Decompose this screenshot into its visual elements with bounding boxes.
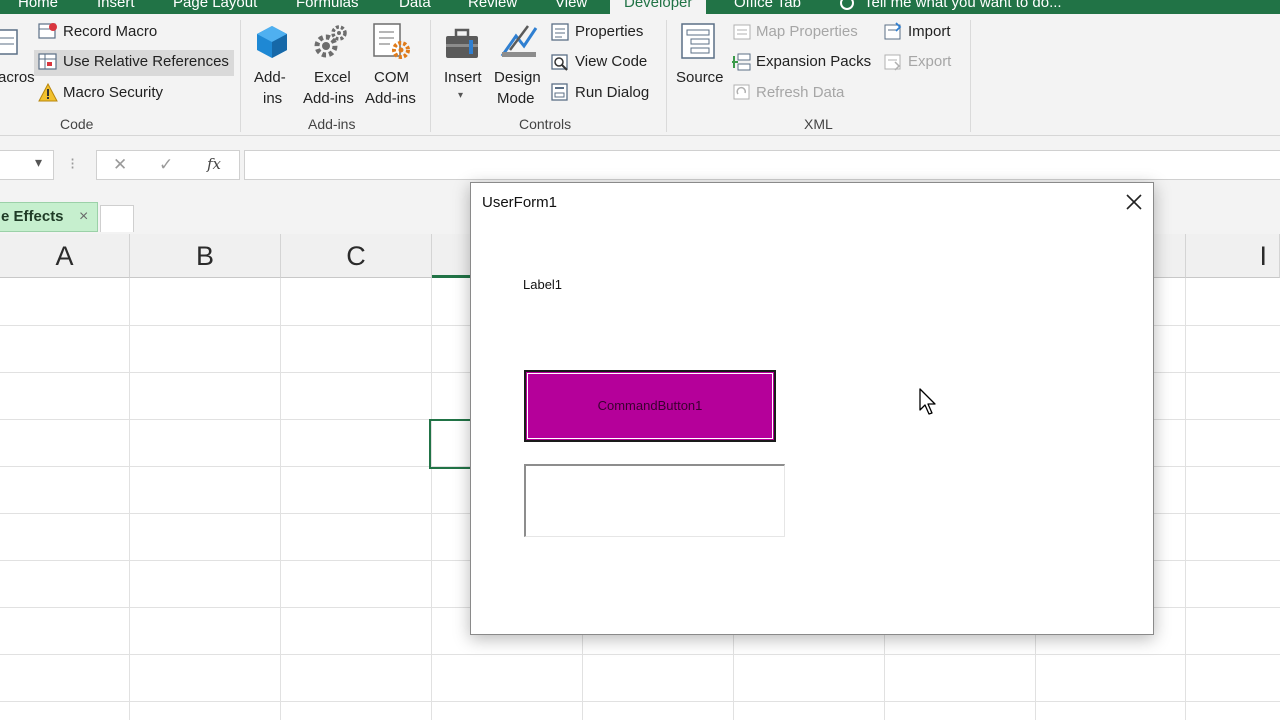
com-add-ins-icon (372, 22, 412, 62)
tab-insert[interactable]: Insert (97, 0, 135, 14)
tab-formulas[interactable]: Formulas (296, 0, 359, 14)
record-macro-icon (38, 22, 58, 42)
insert-function-icon[interactable]: fx (207, 155, 221, 173)
userform-title: UserForm1 (482, 194, 558, 211)
close-button[interactable] (1119, 187, 1149, 217)
new-workbook-tab[interactable] (100, 205, 134, 232)
formula-buttons: ✕ ✓ fx (96, 150, 240, 180)
column-header-a[interactable]: A (0, 234, 130, 278)
column-header-b[interactable]: B (130, 234, 281, 278)
run-dialog-button[interactable]: Run Dialog (575, 84, 649, 101)
userform-window: UserForm1 Label1 CommandButton1 (470, 182, 1154, 635)
mouse-pointer-icon (919, 388, 939, 421)
macro-security-button[interactable]: Macro Security (63, 84, 163, 101)
cancel-icon[interactable]: ✕ (113, 155, 127, 175)
refresh-data-icon (732, 82, 752, 102)
tab-developer[interactable]: Developer (610, 0, 707, 14)
formula-bar-resize-handle[interactable]: ⁝ (70, 154, 75, 174)
formula-input[interactable] (244, 150, 1280, 180)
enter-check-icon[interactable]: ✓ (159, 155, 173, 175)
export-icon (883, 52, 903, 72)
run-dialog-icon (550, 82, 570, 102)
column-header-c[interactable]: C (281, 234, 432, 278)
column-header-d[interactable] (432, 234, 472, 278)
design-mode-button[interactable]: Design (494, 69, 541, 86)
excel-window: Home Insert Page Layout Formulas Data Re… (0, 0, 1280, 720)
tab-review[interactable]: Review (468, 0, 517, 14)
expansion-packs-icon (732, 52, 752, 72)
properties-icon (550, 22, 570, 42)
excel-add-ins-button-line2: Add-ins (303, 90, 354, 107)
excel-add-ins-button[interactable]: Excel (314, 69, 351, 86)
properties-button[interactable]: Properties (575, 23, 643, 40)
close-icon[interactable]: × (79, 203, 88, 231)
relative-references-icon (38, 52, 58, 72)
group-label-controls: Controls (519, 116, 572, 132)
group-separator (240, 20, 241, 132)
import-icon (883, 22, 903, 42)
column-header-i[interactable]: I (1186, 234, 1280, 278)
column-header-h[interactable] (1154, 234, 1186, 278)
map-properties-button[interactable]: Map Properties (756, 23, 858, 40)
com-add-ins-button-line2: Add-ins (365, 90, 416, 107)
label1: Label1 (523, 277, 563, 292)
group-label-add-ins: Add-ins (308, 116, 356, 132)
ribbon-tab-strip: Home Insert Page Layout Formulas Data Re… (0, 0, 1280, 14)
toolbox-icon (444, 26, 484, 62)
macros-button[interactable]: acros (0, 69, 35, 86)
expansion-packs-button[interactable]: Expansion Packs (756, 53, 871, 70)
refresh-data-button[interactable]: Refresh Data (756, 84, 844, 101)
export-button[interactable]: Export (908, 53, 951, 70)
group-label-xml: XML (804, 116, 833, 132)
macros-icon (0, 28, 20, 58)
xml-source-icon (680, 22, 718, 62)
map-properties-icon (732, 22, 752, 42)
view-code-icon (550, 52, 570, 72)
add-ins-button-line2: ins (263, 90, 283, 107)
use-relative-references-label: Use Relative References (63, 53, 229, 70)
insert-controls-button[interactable]: Insert (444, 69, 482, 86)
insert-dropdown-arrow[interactable]: ▾ (458, 90, 463, 101)
name-box[interactable]: ▾ (0, 150, 54, 180)
add-ins-button[interactable]: Add- (254, 69, 286, 86)
textbox-1[interactable] (524, 464, 785, 537)
gear-icon (312, 24, 348, 60)
tab-page-layout[interactable]: Page Layout (173, 0, 257, 14)
tab-home[interactable]: Home (18, 0, 58, 14)
design-mode-button-line2: Mode (497, 90, 535, 107)
warning-icon (38, 82, 58, 103)
com-add-ins-button[interactable]: COM (374, 69, 409, 86)
group-label-code: Code (60, 116, 94, 132)
workbook-tab-label: e Effects (1, 208, 64, 225)
design-mode-icon (498, 22, 540, 62)
group-separator (430, 20, 431, 132)
tell-me-text: Tell me what you want to do... (864, 0, 1062, 11)
lightbulb-icon (840, 0, 854, 11)
command-button-1[interactable]: CommandButton1 (524, 370, 776, 442)
view-code-button[interactable]: View Code (575, 53, 647, 70)
name-box-dropdown-icon[interactable]: ▾ (35, 154, 42, 171)
close-icon (1126, 194, 1142, 210)
group-separator (666, 20, 667, 132)
record-macro-button[interactable]: Record Macro (63, 23, 157, 40)
xml-source-button[interactable]: Source (676, 69, 724, 86)
tab-office-tab[interactable]: Office Tab (734, 0, 801, 14)
group-separator (970, 20, 971, 132)
ribbon-developer: acros Record Macro Use Relative Referenc… (0, 14, 1280, 136)
tab-data[interactable]: Data (399, 0, 431, 14)
tell-me-search[interactable]: Tell me what you want to do... (840, 0, 1062, 14)
workbook-tab-effects[interactable]: e Effects × (0, 202, 98, 232)
tab-view[interactable]: View (555, 0, 587, 14)
add-ins-icon (254, 24, 290, 60)
import-button[interactable]: Import (908, 23, 951, 40)
